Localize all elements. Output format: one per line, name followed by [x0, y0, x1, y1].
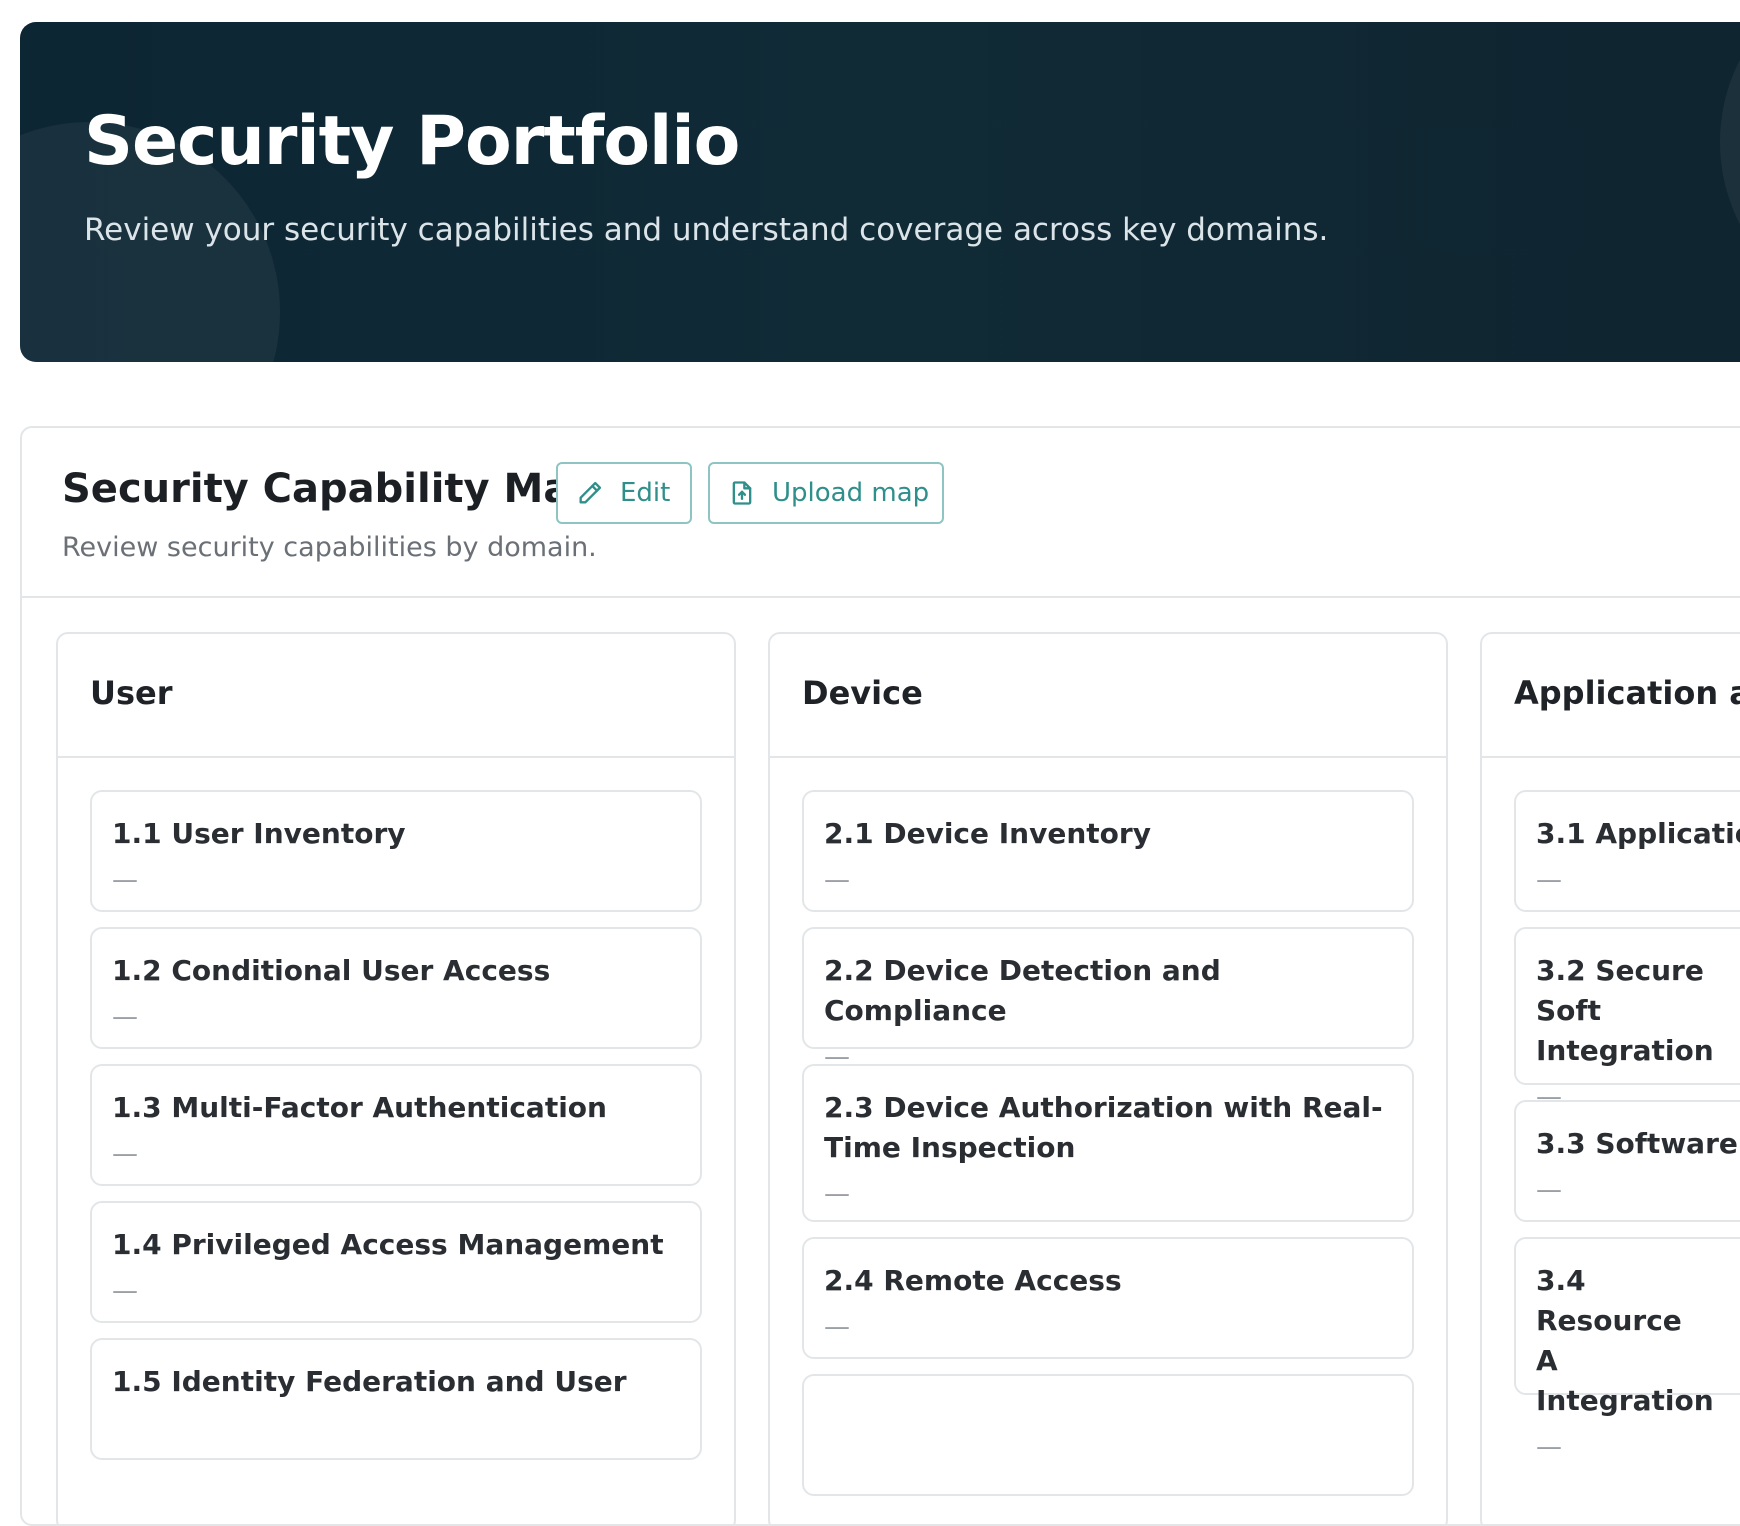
- capability-card[interactable]: 2.1 Device Inventory —: [802, 790, 1414, 912]
- capability-card[interactable]: 1.4 Privileged Access Management —: [90, 1201, 702, 1323]
- capability-title: 1.2 Conditional User Access: [112, 954, 551, 987]
- capability-title: 1.5 Identity Federation and User: [112, 1365, 627, 1398]
- upload-map-button-label: Upload map: [772, 478, 930, 508]
- domain-title: Device: [802, 674, 923, 712]
- capability-title: 2.1 Device Inventory: [824, 817, 1151, 850]
- pencil-icon: [579, 481, 602, 504]
- capability-map-subtitle: Review security capabilities by domain.: [62, 532, 597, 563]
- capability-value: —: [112, 1139, 138, 1169]
- capability-map-panel: Security Capability Map Edit Upload map …: [20, 426, 1740, 1526]
- upload-map-button[interactable]: Upload map: [708, 462, 944, 524]
- capability-card[interactable]: 3.4 Resource A Integration —: [1514, 1237, 1740, 1462]
- capability-card[interactable]: 3.1 Application —: [1514, 790, 1740, 912]
- domain-column-user: User 1.1 User Inventory — 1.2 Conditiona…: [56, 632, 736, 1524]
- page-title: Security Portfolio: [84, 102, 740, 181]
- capability-title: 3.1 Application: [1536, 817, 1740, 850]
- capability-title: 2.2 Device Detection and Compliance: [824, 954, 1221, 1027]
- domain-title: Application an: [1514, 674, 1740, 712]
- capability-card[interactable]: 3.2 Secure Soft Integration —: [1514, 927, 1740, 1112]
- capability-value: —: [112, 1276, 138, 1306]
- domain-column-application: Application an 3.1 Application — 3.2 Sec…: [1480, 632, 1740, 1524]
- capability-value: —: [824, 1179, 850, 1209]
- file-upload-icon: [732, 481, 752, 505]
- capability-card[interactable]: 1.1 User Inventory —: [90, 790, 702, 912]
- capability-card[interactable]: [802, 1374, 1414, 1496]
- capability-value: —: [824, 865, 850, 895]
- capability-title: 3.3 Software Ri: [1536, 1127, 1740, 1160]
- domain-header: User: [58, 634, 734, 758]
- page-subtitle: Review your security capabilities and un…: [84, 212, 1329, 248]
- capability-card[interactable]: 3.3 Software Ri —: [1514, 1100, 1740, 1222]
- capability-map-title: Security Capability Map: [62, 466, 599, 512]
- domain-header: Application an: [1482, 634, 1740, 758]
- capability-title: 1.4 Privileged Access Management: [112, 1228, 664, 1261]
- capability-card[interactable]: 1.3 Multi-Factor Authentication —: [90, 1064, 702, 1186]
- capability-value: —: [112, 1002, 138, 1032]
- capability-value: —: [1536, 1175, 1562, 1205]
- domain-column-device: Device 2.1 Device Inventory — 2.2 Device…: [768, 632, 1448, 1524]
- edit-button[interactable]: Edit: [556, 462, 692, 524]
- capability-card[interactable]: 2.4 Remote Access —: [802, 1237, 1414, 1359]
- hero-banner: Security Portfolio Review your security …: [20, 22, 1740, 362]
- domain-header: Device: [770, 634, 1446, 758]
- capability-value: —: [1536, 865, 1562, 895]
- capability-title: 3.2 Secure Soft Integration: [1536, 954, 1714, 1067]
- domain-title: User: [90, 674, 173, 712]
- capability-value: —: [1536, 1432, 1562, 1462]
- capability-title: 2.3 Device Authorization with Real-Time …: [824, 1091, 1383, 1164]
- decorative-circle: [1720, 22, 1740, 322]
- capability-title: 1.3 Multi-Factor Authentication: [112, 1091, 607, 1124]
- capability-card[interactable]: 1.2 Conditional User Access —: [90, 927, 702, 1049]
- capability-card[interactable]: 1.5 Identity Federation and User: [90, 1338, 702, 1460]
- edit-button-label: Edit: [620, 478, 671, 508]
- capability-value: —: [824, 1312, 850, 1342]
- capability-title: 3.4 Resource A Integration: [1536, 1264, 1714, 1417]
- capability-title: 1.1 User Inventory: [112, 817, 406, 850]
- capability-card[interactable]: 2.3 Device Authorization with Real-Time …: [802, 1064, 1414, 1222]
- capability-map-header: Security Capability Map Edit Upload map …: [22, 428, 1740, 598]
- capability-value: —: [112, 865, 138, 895]
- capability-card[interactable]: 2.2 Device Detection and Compliance —: [802, 927, 1414, 1072]
- capability-title: 2.4 Remote Access: [824, 1264, 1122, 1297]
